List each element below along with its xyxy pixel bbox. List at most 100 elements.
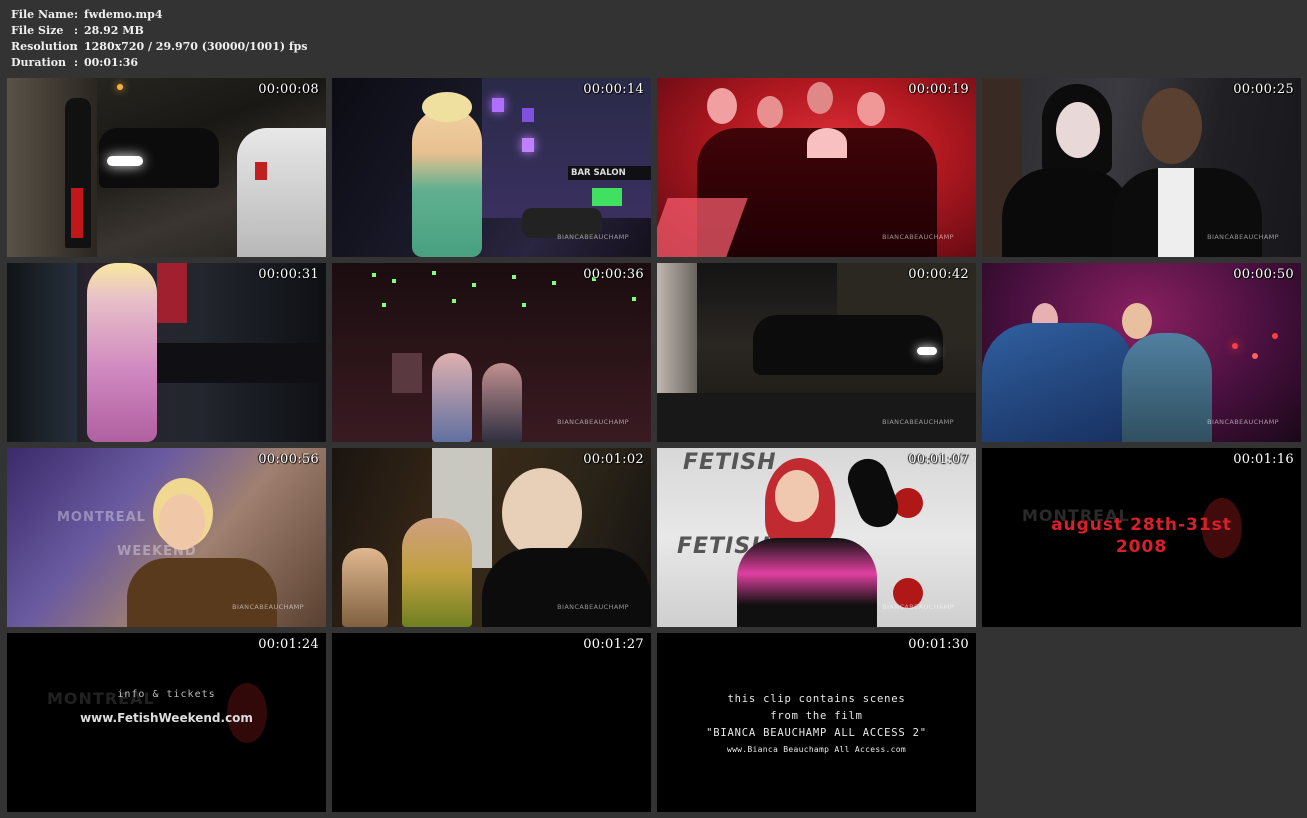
file-size-row: File Size : 28.92 MB [11, 23, 308, 39]
event-dates: august 28th-31st [1051, 515, 1232, 535]
thumbnail-frame[interactable]: BIANCABEAUCHAMP 00:00:19 [657, 78, 976, 257]
scene-window [492, 98, 504, 112]
resolution-label: Resolution [11, 40, 78, 53]
scene-poster [157, 263, 187, 323]
scene-person [432, 353, 472, 442]
watermark: BIANCABEAUCHAMP [557, 233, 629, 241]
resolution-row: Resolution : 1280x720 / 29.970 (30000/10… [11, 39, 308, 55]
scene-face [757, 96, 783, 128]
credit-line: this clip contains scenes [727, 693, 906, 705]
timestamp: 00:00:50 [1233, 267, 1294, 282]
scene-face [775, 470, 819, 522]
thumbnail-frame[interactable]: MONTREAL WEEKEND BIANCABEAUCHAMP 00:00:5… [7, 448, 326, 627]
scene-latex [482, 548, 651, 627]
scene-shirt [1158, 168, 1194, 257]
website-url: www.FetishWeekend.com [80, 711, 253, 725]
credit-line: from the film [770, 710, 863, 722]
timestamp: 00:01:16 [1233, 452, 1294, 467]
timestamp: 00:00:31 [258, 267, 319, 282]
separator: : [74, 8, 79, 21]
scene-person [1122, 333, 1212, 442]
scene-taillight [255, 162, 267, 180]
scene-crowd [7, 263, 77, 442]
ghost-title: MONTREAL [57, 510, 146, 525]
scene-streetlight [117, 84, 123, 90]
scene-headlight [917, 347, 937, 355]
watermark: BIANCABEAUCHAMP [882, 233, 954, 241]
scene-window [522, 108, 534, 122]
thumbnail-frame[interactable]: FETISH FETISH BIANCABEAUCHAMP 00:01:07 [657, 448, 976, 627]
watermark: BIANCABEAUCHAMP [557, 418, 629, 426]
timestamp: 00:00:14 [583, 82, 644, 97]
scene-limo [753, 315, 943, 375]
scene-face [159, 494, 205, 550]
scene-face [502, 468, 582, 558]
thumbnail-frame[interactable]: BIANCABEAUCHAMP 00:00:50 [982, 263, 1301, 442]
timestamp: 00:01:07 [908, 452, 969, 467]
file-size-label: File Size [11, 24, 64, 37]
separator: : [74, 24, 79, 37]
bar-salon-sign: BAR SALON [568, 166, 651, 180]
scene-latex [737, 538, 877, 627]
thumbnail-frame[interactable]: this clip contains scenes from the film … [657, 633, 976, 812]
thumbnail-frame[interactable]: MONTREAL info & tickets www.FetishWeeken… [7, 633, 326, 812]
thumbnail-frame[interactable]: BIANCABEAUCHAMP 00:00:25 [982, 78, 1301, 257]
scene-face [1122, 303, 1152, 339]
thumbnail-frame[interactable]: 00:00:08 [7, 78, 326, 257]
thumbnail-frame[interactable]: BIANCABEAUCHAMP 00:00:36 [332, 263, 651, 442]
watermark: BIANCABEAUCHAMP [1207, 418, 1279, 426]
scene-lights [372, 273, 376, 277]
watermark: BIANCABEAUCHAMP [882, 418, 954, 426]
fetish-logo: FETISH [683, 450, 777, 475]
watermark: BIANCABEAUCHAMP [557, 603, 629, 611]
duration-label: Duration [11, 56, 67, 69]
timestamp: 00:00:42 [908, 267, 969, 282]
file-info-panel: File Name : fwdemo.mp4 File Size : 28.92… [11, 7, 308, 71]
scene-blue-latex [982, 323, 1132, 442]
file-name-row: File Name : fwdemo.mp4 [11, 7, 308, 23]
timestamp: 00:00:56 [258, 452, 319, 467]
file-name-value: fwdemo.mp4 [84, 8, 163, 21]
thumbnail-frame[interactable]: BAR SALON BIANCABEAUCHAMP 00:00:14 [332, 78, 651, 257]
timestamp: 00:00:19 [908, 82, 969, 97]
scene-jacket [127, 558, 277, 627]
separator: : [74, 40, 79, 53]
resolution-value: 1280x720 / 29.970 (30000/1001) fps [84, 40, 308, 53]
credit-line: "BIANCA BEAUCHAMP ALL ACCESS 2" [706, 727, 927, 739]
file-size-value: 28.92 MB [84, 24, 144, 37]
timestamp: 00:00:08 [258, 82, 319, 97]
timestamp: 00:01:27 [583, 637, 644, 652]
scene-face [707, 88, 737, 124]
scene-fan [807, 128, 847, 158]
scene-face [807, 82, 833, 114]
scene-window [522, 138, 534, 152]
scene-green-sign [592, 188, 622, 206]
scene-glove [842, 453, 904, 533]
thumbnail-frame[interactable]: BIANCABEAUCHAMP 00:00:42 [657, 263, 976, 442]
scene-lights [1232, 343, 1238, 349]
timestamp: 00:00:36 [583, 267, 644, 282]
watermark: BIANCABEAUCHAMP [1207, 233, 1279, 241]
watermark: BIANCABEAUCHAMP [882, 603, 954, 611]
timestamp: 00:01:30 [908, 637, 969, 652]
thumbnail-frame[interactable]: BIANCABEAUCHAMP 00:01:02 [332, 448, 651, 627]
thumbnail-frame[interactable]: 00:01:27 [332, 633, 651, 812]
scene-building [482, 78, 651, 218]
file-name-label: File Name [11, 8, 74, 21]
credit-url: www.Bianca Beauchamp All Access.com [726, 745, 907, 754]
thumbnail-frame[interactable]: MONTREAL august 28th-31st 2008 00:01:16 [982, 448, 1301, 627]
scene-person [342, 548, 388, 627]
scene-bar-counter [157, 343, 326, 383]
scene-person [402, 518, 472, 627]
scene-face [1056, 102, 1100, 158]
scene-white-car [237, 128, 326, 257]
thumbnail-frame[interactable]: 00:00:31 [7, 263, 326, 442]
scene-hair [422, 92, 472, 122]
scene-person [412, 108, 482, 257]
event-year: 2008 [1115, 537, 1168, 557]
watermark: BIANCABEAUCHAMP [232, 603, 304, 611]
info-tickets-text: info & tickets [117, 689, 216, 700]
duration-value: 00:01:36 [84, 56, 139, 69]
scene-face [857, 92, 885, 126]
scene-person [482, 363, 522, 442]
